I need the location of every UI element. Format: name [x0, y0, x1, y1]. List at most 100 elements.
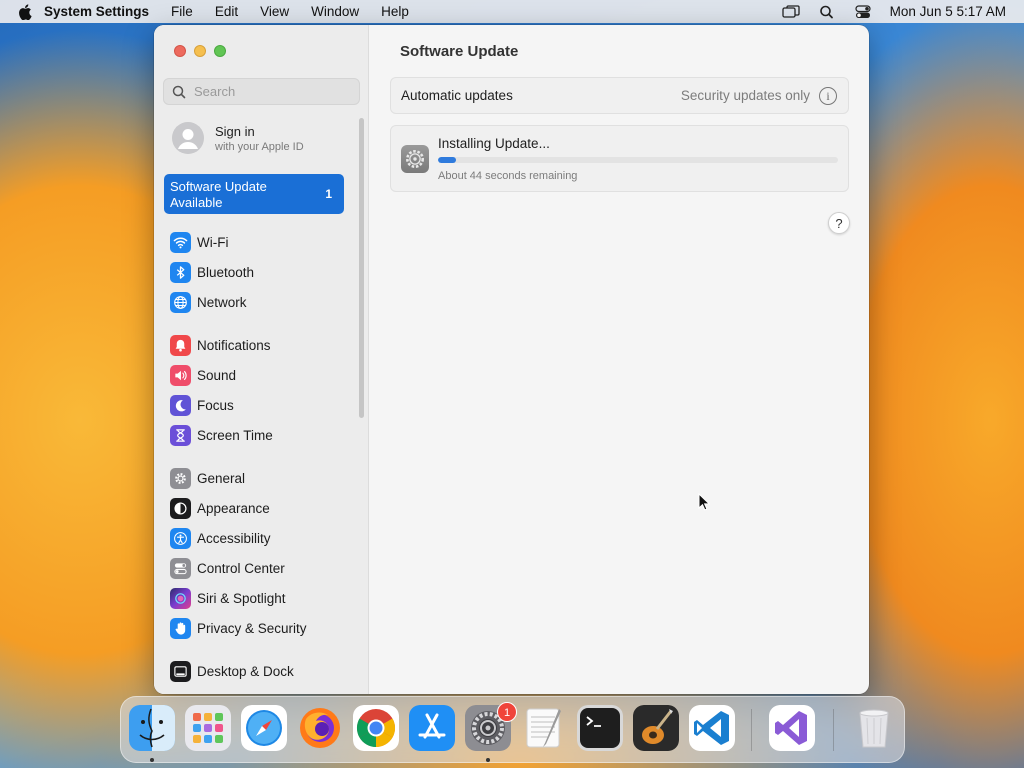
mouse-pointer-icon	[698, 492, 711, 511]
sidebar-item-software-update[interactable]: Software Update Available 1	[164, 174, 344, 214]
dock-app-finder[interactable]	[129, 705, 175, 751]
sidebar-item-screen-time[interactable]: Screen Time	[170, 423, 350, 447]
page-title: Software Update	[400, 43, 519, 60]
menu-edit[interactable]: Edit	[215, 4, 238, 19]
install-progress-bar	[438, 157, 838, 163]
dock-app-vscode[interactable]	[689, 705, 735, 751]
search-field[interactable]	[163, 78, 360, 105]
automatic-updates-value: Security updates only	[680, 88, 810, 103]
dock-app-app-store[interactable]	[409, 705, 455, 751]
update-count-badge: 1	[325, 187, 332, 201]
toggles-icon	[170, 557, 191, 579]
dock-app-launchpad[interactable]	[185, 705, 231, 751]
sidebar-item-label: Sound	[197, 367, 237, 383]
sidebar-scrollbar[interactable]	[359, 118, 364, 418]
sidebar-item-label: Wi-Fi	[197, 234, 229, 250]
sidebar-item-wifi[interactable]: Wi-Fi	[170, 230, 350, 254]
sidebar-item-label: Control Center	[197, 560, 285, 576]
dock-separator	[751, 709, 752, 751]
sidebar-item-label: Bluetooth	[197, 264, 255, 280]
sidebar-item-focus[interactable]: Focus	[170, 393, 350, 417]
menu-help[interactable]: Help	[381, 4, 409, 19]
sidebar-item-bluetooth[interactable]: Bluetooth	[170, 260, 350, 284]
control-center-icon[interactable]	[854, 4, 872, 19]
running-indicator	[150, 758, 154, 762]
dock-app-firefox[interactable]	[297, 705, 343, 751]
app-store-icon	[409, 705, 455, 751]
software-update-label-line2: Available	[170, 195, 223, 210]
safari-icon	[241, 705, 287, 751]
chrome-icon	[353, 705, 399, 751]
sidebar-item-label: Screen Time	[197, 427, 273, 443]
siri-icon	[170, 587, 191, 609]
sidebar-item-desktop-dock[interactable]: Desktop & Dock	[170, 659, 350, 683]
dock-app-textedit[interactable]	[521, 705, 567, 751]
trash-icon	[859, 709, 889, 748]
sidebar-item-sound[interactable]: Sound	[170, 363, 350, 387]
zoom-button[interactable]	[214, 45, 226, 57]
apple-menu-icon[interactable]	[18, 3, 32, 20]
firefox-icon	[300, 708, 340, 748]
garageband-icon	[633, 705, 679, 751]
running-indicator	[486, 758, 490, 762]
spotlight-search-icon[interactable]	[818, 5, 836, 19]
sidebar-item-siri-spotlight[interactable]: Siri & Spotlight	[170, 586, 350, 610]
finder-icon	[129, 705, 175, 751]
dock-app-garageband[interactable]	[633, 705, 679, 751]
main-content: Software Update Automatic updates Securi…	[370, 25, 869, 694]
dock-separator	[833, 709, 834, 751]
sidebar-item-label: Notifications	[197, 337, 271, 353]
sidebar-item-label: Focus	[197, 397, 234, 413]
hourglass-icon	[170, 424, 191, 446]
gear-icon	[170, 467, 191, 489]
sidebar-item-general[interactable]: General	[170, 466, 350, 490]
appearance-icon	[170, 497, 191, 519]
terminal-icon	[577, 705, 623, 751]
dock-icon	[170, 660, 191, 682]
sidebar-item-label: Accessibility	[197, 530, 271, 546]
system-settings-window: Sign in with your Apple ID Software Upda…	[154, 25, 869, 694]
dock: 1	[120, 696, 905, 763]
dock-app-terminal[interactable]	[577, 705, 623, 751]
search-input[interactable]	[194, 84, 354, 99]
menu-file[interactable]: File	[171, 4, 193, 19]
info-icon[interactable]: i	[819, 87, 837, 105]
dock-app-visual-studio[interactable]	[769, 705, 815, 751]
sidebar-item-control-center[interactable]: Control Center	[170, 556, 350, 580]
wifi-icon	[170, 231, 191, 253]
sidebar: Sign in with your Apple ID Software Upda…	[154, 25, 369, 694]
software-update-label-line1: Software Update	[170, 179, 267, 194]
sidebar-item-label: Network	[197, 294, 247, 310]
menu-window[interactable]: Window	[311, 4, 359, 19]
close-button[interactable]	[174, 45, 186, 57]
avatar	[172, 122, 204, 154]
apple-id-signin[interactable]: Sign in with your Apple ID	[172, 122, 304, 154]
window-controls	[174, 45, 226, 57]
dock-app-safari[interactable]	[241, 705, 287, 751]
software-update-gear-icon	[401, 145, 429, 173]
textedit-icon	[526, 708, 561, 748]
menu-clock[interactable]: Mon Jun 5 5:17 AM	[890, 4, 1006, 19]
sidebar-item-appearance[interactable]: Appearance	[170, 496, 350, 520]
menu-app-name[interactable]: System Settings	[44, 4, 149, 19]
menu-view[interactable]: View	[260, 4, 289, 19]
hand-icon	[170, 617, 191, 639]
signin-subtitle: with your Apple ID	[215, 140, 304, 153]
vscode-icon	[689, 705, 735, 751]
dock-app-trash[interactable]	[851, 705, 897, 751]
sidebar-item-label: Desktop & Dock	[197, 663, 294, 679]
sidebar-item-notifications[interactable]: Notifications	[170, 333, 350, 357]
minimize-button[interactable]	[194, 45, 206, 57]
sidebar-item-label: Privacy & Security	[197, 620, 307, 636]
sidebar-item-network[interactable]: Network	[170, 290, 350, 314]
install-title: Installing Update...	[438, 136, 550, 151]
screen-mirroring-icon[interactable]	[782, 4, 800, 19]
moon-icon	[170, 394, 191, 416]
bluetooth-icon	[170, 261, 191, 283]
person-icon	[172, 122, 204, 154]
help-button[interactable]: ?	[828, 212, 850, 234]
dock-app-chrome[interactable]	[353, 705, 399, 751]
accessibility-icon	[170, 527, 191, 549]
sidebar-item-privacy-security[interactable]: Privacy & Security	[170, 616, 350, 640]
sidebar-item-accessibility[interactable]: Accessibility	[170, 526, 350, 550]
